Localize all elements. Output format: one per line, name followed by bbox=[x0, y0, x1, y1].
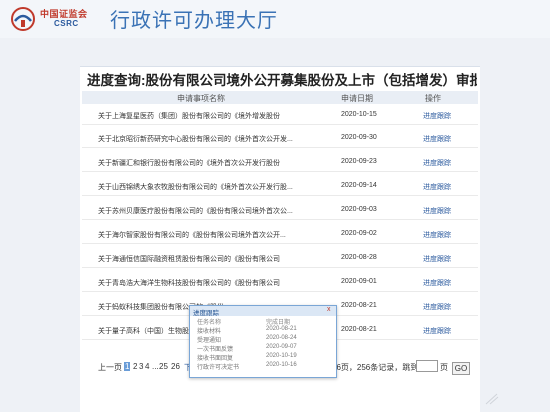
progress-task: 接收书面回复 bbox=[197, 356, 234, 362]
table-row: 关于北京昭衍新药研究中心股份有限公司的《境外首次公开发... 2020-09-3… bbox=[82, 127, 478, 148]
page-link-25[interactable]: 25 bbox=[159, 362, 168, 371]
progress-task: 行政许可决定书 bbox=[197, 365, 240, 371]
track-progress-link[interactable]: 进度跟踪 bbox=[423, 182, 451, 192]
popup-column-task: 任务名称 bbox=[197, 320, 222, 326]
application-date: 2020-09-23 bbox=[341, 158, 377, 165]
application-name: 关于山西锦绣大象农牧股份有限公司的《境外首次公开发行股... bbox=[98, 184, 293, 191]
page-link-2[interactable]: 2 bbox=[133, 362, 137, 371]
progress-tracking-popup: 进度跟踪 x 任务名称 完成日期 接收材料 2020-08-21 受理通知 20… bbox=[189, 305, 337, 378]
application-name: 关于上海复星医药（集团）股份有限公司的《境外增发股份 bbox=[98, 113, 280, 120]
progress-task: 接收材料 bbox=[197, 329, 222, 335]
page-link-3[interactable]: 3 bbox=[139, 362, 143, 371]
csrc-logo-icon bbox=[11, 7, 35, 31]
page-title: 进度查询:股份有限公司境外公开募集股份及上市（包括增发）审批 bbox=[87, 73, 477, 88]
table-row: 关于新疆汇和银行股份有限公司的《境外首次公开发行股份 2020-09-23 进度… bbox=[82, 151, 478, 172]
progress-row: 受理通知 2020-08-24 bbox=[190, 335, 336, 344]
go-button[interactable]: GO bbox=[452, 362, 470, 375]
progress-task: 一次书面反馈 bbox=[197, 347, 234, 353]
progress-task: 受理通知 bbox=[197, 338, 222, 344]
application-name: 关于海通恒信国际融资租赁股份有限公司的《股份有限公司 bbox=[98, 256, 280, 263]
application-date: 2020-08-21 bbox=[341, 302, 377, 309]
table-row: 关于山西锦绣大象农牧股份有限公司的《境外首次公开发行股... 2020-09-1… bbox=[82, 175, 478, 196]
page-link-current[interactable]: 1 bbox=[124, 362, 131, 371]
popup-column-headers: 任务名称 完成日期 bbox=[190, 317, 336, 326]
application-name: 关于新疆汇和银行股份有限公司的《境外首次公开发行股份 bbox=[98, 160, 280, 167]
application-date: 2020-08-28 bbox=[341, 254, 377, 261]
application-name: 关于海尔智家股份有限公司的《股份有限公司境外首次公开... bbox=[98, 232, 286, 239]
application-name: 关于北京昭衍新药研究中心股份有限公司的《境外首次公开发... bbox=[98, 136, 293, 143]
application-date: 2020-09-14 bbox=[341, 182, 377, 189]
app-title: 行政许可办理大厅 bbox=[110, 10, 278, 32]
progress-row: 一次书面反馈 2020-09-07 bbox=[190, 344, 336, 353]
track-progress-link[interactable]: 进度跟踪 bbox=[423, 230, 451, 240]
page-unit-label: 页 bbox=[440, 363, 448, 372]
track-progress-link[interactable]: 进度跟踪 bbox=[423, 254, 451, 264]
progress-date: 2020-08-24 bbox=[266, 335, 297, 341]
progress-date: 2020-08-21 bbox=[266, 326, 297, 332]
page-link-26[interactable]: 26 bbox=[171, 362, 180, 371]
application-name: 关于苏州贝康医疗股份有限公司的《股份有限公司境外首次公... bbox=[98, 208, 293, 215]
application-name: 关于青岛浩大海洋生物科技股份有限公司的《股份有限公司 bbox=[98, 280, 280, 287]
progress-date: 2020-09-07 bbox=[266, 344, 297, 350]
popup-title: 进度跟踪 bbox=[193, 310, 219, 317]
application-date: 2020-08-21 bbox=[341, 326, 377, 333]
progress-row: 接收材料 2020-08-21 bbox=[190, 326, 336, 335]
progress-row: 行政许可决定书 2020-10-16 bbox=[190, 362, 336, 371]
application-date: 2020-09-30 bbox=[341, 134, 377, 141]
table-row: 关于青岛浩大海洋生物科技股份有限公司的《股份有限公司 2020-09-01 进度… bbox=[82, 271, 478, 292]
track-progress-link[interactable]: 进度跟踪 bbox=[423, 158, 451, 168]
table-row: 关于海通恒信国际融资租赁股份有限公司的《股份有限公司 2020-08-28 进度… bbox=[82, 247, 478, 268]
close-icon[interactable]: x bbox=[327, 306, 331, 313]
track-progress-link[interactable]: 进度跟踪 bbox=[423, 134, 451, 144]
prev-page-link[interactable]: 上一页 bbox=[98, 362, 122, 373]
application-date: 2020-10-15 bbox=[341, 111, 377, 118]
application-date: 2020-09-01 bbox=[341, 278, 377, 285]
page-jump-input[interactable] bbox=[416, 360, 438, 372]
progress-date: 2020-10-19 bbox=[266, 353, 297, 359]
track-progress-link[interactable]: 进度跟踪 bbox=[423, 111, 451, 121]
page-summary: 共26页，256条记录，跳到 bbox=[324, 363, 419, 372]
column-header-action: 操作 bbox=[425, 94, 441, 103]
table-row: 关于上海复星医药（集团）股份有限公司的《境外增发股份 2020-10-15 进度… bbox=[82, 104, 478, 125]
table-row: 关于苏州贝康医疗股份有限公司的《股份有限公司境外首次公... 2020-09-0… bbox=[82, 199, 478, 220]
top-header: 中国证监会 CSRC 行政许可办理大厅 bbox=[0, 0, 550, 38]
track-progress-link[interactable]: 进度跟踪 bbox=[423, 302, 451, 312]
popup-header: 进度跟踪 x bbox=[190, 306, 336, 317]
column-header-name: 申请事项名称 bbox=[177, 94, 225, 103]
application-date: 2020-09-02 bbox=[341, 230, 377, 237]
popup-column-date: 完成日期 bbox=[266, 320, 291, 326]
track-progress-link[interactable]: 进度跟踪 bbox=[423, 326, 451, 336]
table-header: 申请事项名称 申请日期 操作 bbox=[82, 91, 478, 104]
application-date: 2020-09-03 bbox=[341, 206, 377, 213]
track-progress-link[interactable]: 进度跟踪 bbox=[423, 278, 451, 288]
page-ellipsis: ... bbox=[152, 362, 159, 371]
column-header-date: 申请日期 bbox=[341, 94, 373, 103]
track-progress-link[interactable]: 进度跟踪 bbox=[423, 206, 451, 216]
progress-row: 接收书面回复 2020-10-19 bbox=[190, 353, 336, 362]
logo-text-en: CSRC bbox=[54, 19, 79, 28]
resize-grip-icon bbox=[485, 393, 499, 405]
page-link-4[interactable]: 4 bbox=[145, 362, 149, 371]
table-row: 关于海尔智家股份有限公司的《股份有限公司境外首次公开... 2020-09-02… bbox=[82, 223, 478, 244]
progress-date: 2020-10-16 bbox=[266, 362, 297, 368]
